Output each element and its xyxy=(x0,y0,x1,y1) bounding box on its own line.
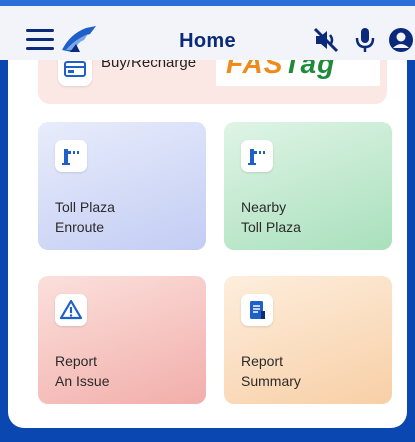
toll-plaza-enroute-tile[interactable]: Toll Plaza Enroute xyxy=(38,122,206,250)
tile-label-line1: Report xyxy=(241,353,284,369)
microphone-icon[interactable] xyxy=(353,26,381,54)
tile-label-line2: Toll Plaza xyxy=(241,219,301,235)
profile-icon[interactable] xyxy=(386,26,414,54)
content-frame: Buy/Recharge FASTag Toll Plaza Enroute N… xyxy=(0,60,415,442)
tile-label-line2: Summary xyxy=(241,373,301,389)
toll-barrier-icon xyxy=(55,140,87,172)
card-icon xyxy=(58,60,92,86)
tile-label-line2: Enroute xyxy=(55,219,105,235)
nearby-toll-plaza-tile[interactable]: Nearby Toll Plaza xyxy=(224,122,392,250)
tile-label-line1: Nearby xyxy=(241,199,287,215)
tile-label-line1: Report xyxy=(55,353,98,369)
report-an-issue-tile[interactable]: Report An Issue xyxy=(38,276,206,404)
fastag-logo-part1: FAS xyxy=(226,60,284,79)
fastag-logo: FASTag xyxy=(216,60,380,86)
top-stripe xyxy=(0,0,415,6)
toll-barrier-icon xyxy=(241,140,273,172)
warning-icon xyxy=(55,294,87,326)
fastag-logo-part2: Tag xyxy=(283,60,336,79)
tile-label-line2: An Issue xyxy=(55,373,110,389)
buy-recharge-fastag-banner[interactable]: Buy/Recharge FASTag xyxy=(38,60,387,104)
content-panel: Buy/Recharge FASTag Toll Plaza Enroute N… xyxy=(8,60,407,428)
report-summary-tile[interactable]: Report Summary xyxy=(224,276,392,404)
document-icon xyxy=(241,294,273,326)
speaker-mute-icon[interactable] xyxy=(312,26,340,54)
buy-recharge-label: Buy/Recharge xyxy=(101,60,197,71)
tile-label-line1: Toll Plaza xyxy=(55,199,115,215)
